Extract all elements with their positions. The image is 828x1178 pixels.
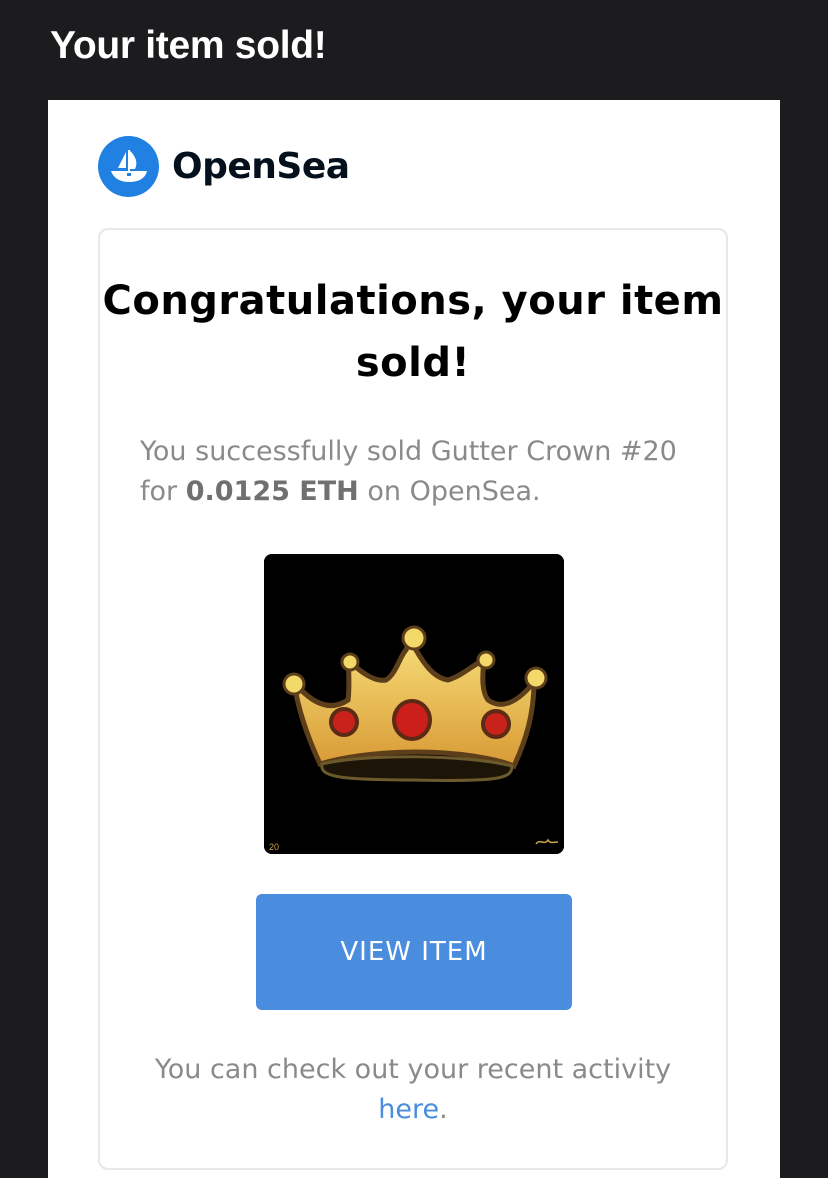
sale-message: You successfully sold Gutter Crown #20 f… [140,432,686,512]
item-image[interactable]: 20 [264,554,564,854]
footer-period: . [439,1094,448,1125]
crown-icon: 20 [264,554,564,854]
image-corner-label: 20 [269,842,279,852]
sale-card: Congratulations, your item sold! You suc… [98,228,728,1170]
sale-price: 0.0125 ETH [185,476,359,507]
brand-name: OpenSea [172,145,350,187]
email-subject: Your item sold! [50,24,327,67]
congratulations-heading: Congratulations, your item sold! [102,278,724,386]
opensea-logo-icon [98,135,159,197]
recent-activity-link[interactable]: here [378,1094,439,1125]
email-body: OpenSea Congratulations, your item sold!… [48,100,780,1178]
message-suffix: on OpenSea. [367,476,541,507]
view-item-button[interactable]: VIEW ITEM [256,894,572,1010]
opensea-brand[interactable]: OpenSea [98,135,350,197]
footer-text: You can check out your recent activity [154,1054,672,1085]
recent-activity-note: You can check out your recent activity he… [120,1050,706,1130]
